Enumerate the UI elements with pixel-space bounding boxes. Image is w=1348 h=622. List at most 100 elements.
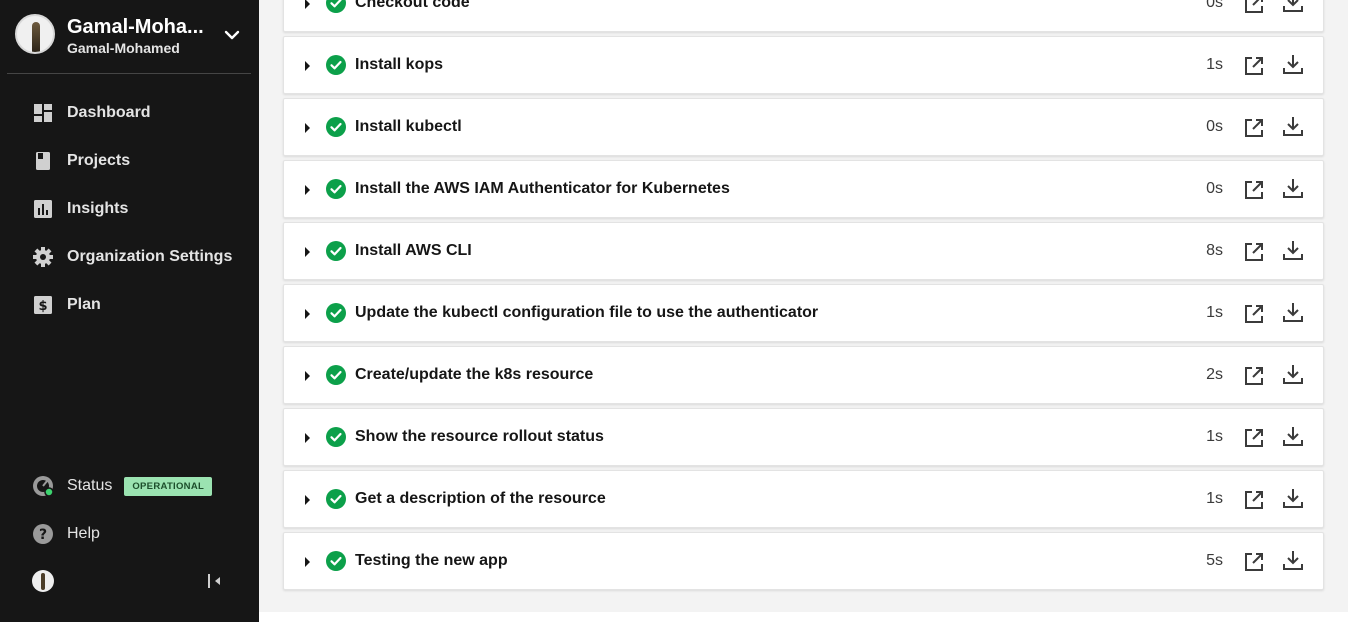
expand-caret-icon[interactable] (305, 247, 310, 257)
collapse-sidebar-icon[interactable] (205, 571, 225, 591)
download-icon[interactable] (1282, 363, 1304, 385)
download-icon[interactable] (1282, 0, 1304, 13)
expand-caret-icon[interactable] (305, 495, 310, 505)
steps-list: Checkout code 0s Install kops 1s Install… (283, 0, 1324, 594)
download-icon[interactable] (1282, 549, 1304, 571)
status-label: Status (67, 477, 113, 494)
status-link[interactable]: Status OPERATIONAL (0, 462, 259, 510)
step-duration: 2s (1206, 366, 1223, 383)
nav-label-organization-settings: Organization Settings (67, 248, 233, 265)
expand-caret-icon[interactable] (305, 123, 310, 133)
bar-chart-icon (32, 198, 54, 220)
sidebar: Gamal-Moha... Gamal-Mohamed Dashboard Pr… (0, 0, 259, 622)
nav-label-projects: Projects (67, 152, 131, 169)
success-check-icon (326, 179, 346, 199)
step-row[interactable]: Create/update the k8s resource 2s (283, 346, 1324, 404)
download-icon[interactable] (1282, 239, 1304, 261)
step-name: Update the kubectl configuration file to… (355, 304, 819, 321)
chevron-down-icon[interactable] (223, 26, 241, 44)
svg-text:?: ? (39, 527, 47, 543)
success-check-icon (326, 0, 346, 13)
expand-caret-icon[interactable] (305, 309, 310, 319)
success-check-icon (326, 427, 346, 447)
nav-item-dashboard[interactable]: Dashboard (0, 89, 259, 137)
sidebar-footer: Status OPERATIONAL ? Help (0, 462, 259, 606)
step-row[interactable]: Update the kubectl configuration file to… (283, 284, 1324, 342)
step-duration: 8s (1206, 242, 1223, 259)
job-steps-panel: Checkout code 0s Install kops 1s Install… (259, 0, 1348, 612)
step-row[interactable]: Show the resource rollout status 1s (283, 408, 1324, 466)
nav-item-projects[interactable]: Projects (0, 137, 259, 185)
step-name: Testing the new app (355, 552, 508, 569)
download-icon[interactable] (1282, 301, 1304, 323)
org-avatar (15, 14, 55, 54)
step-duration: 0s (1206, 118, 1223, 135)
nav-item-organization-settings[interactable]: Organization Settings (0, 233, 259, 281)
step-duration: 1s (1206, 304, 1223, 321)
expand-caret-icon[interactable] (305, 61, 310, 71)
nav-label-plan: Plan (67, 296, 101, 313)
open-in-new-icon[interactable] (1243, 0, 1265, 15)
download-icon[interactable] (1282, 487, 1304, 509)
step-name: Install kubectl (355, 118, 462, 135)
help-icon: ? (32, 523, 54, 545)
success-check-icon (326, 551, 346, 571)
download-icon[interactable] (1282, 425, 1304, 447)
open-in-new-icon[interactable] (1243, 179, 1265, 201)
open-in-new-icon[interactable] (1243, 427, 1265, 449)
success-check-icon (326, 241, 346, 261)
success-check-icon (326, 489, 346, 509)
step-row[interactable]: Install kops 1s (283, 36, 1324, 94)
main-nav: Dashboard Projects Insights Organization… (0, 89, 259, 329)
step-duration: 0s (1206, 0, 1223, 11)
step-row[interactable]: Install kubectl 0s (283, 98, 1324, 156)
success-check-icon (326, 365, 346, 385)
step-duration: 1s (1206, 428, 1223, 445)
step-row[interactable]: Get a description of the resource 1s (283, 470, 1324, 528)
org-switcher[interactable]: Gamal-Moha... Gamal-Mohamed (7, 0, 251, 74)
step-duration: 1s (1206, 56, 1223, 73)
expand-caret-icon[interactable] (305, 371, 310, 381)
page-footer-gap (259, 612, 1348, 622)
step-name: Install the AWS IAM Authenticator for Ku… (355, 180, 730, 197)
download-icon[interactable] (1282, 115, 1304, 137)
status-badge: OPERATIONAL (124, 476, 213, 496)
expand-caret-icon[interactable] (305, 185, 310, 195)
open-in-new-icon[interactable] (1243, 241, 1265, 263)
expand-caret-icon[interactable] (305, 0, 310, 9)
step-name: Get a description of the resource (355, 490, 606, 507)
step-row[interactable]: Install the AWS IAM Authenticator for Ku… (283, 160, 1324, 218)
expand-caret-icon[interactable] (305, 557, 310, 567)
dollar-icon: $ (32, 294, 54, 316)
download-icon[interactable] (1282, 177, 1304, 199)
step-name: Show the resource rollout status (355, 428, 604, 445)
open-in-new-icon[interactable] (1243, 489, 1265, 511)
step-row[interactable]: Install AWS CLI 8s (283, 222, 1324, 280)
open-in-new-icon[interactable] (1243, 365, 1265, 387)
step-row[interactable]: Testing the new app 5s (283, 532, 1324, 590)
user-avatar[interactable] (32, 570, 54, 592)
help-link[interactable]: ? Help (0, 510, 259, 558)
book-icon (32, 150, 54, 172)
download-icon[interactable] (1282, 53, 1304, 75)
open-in-new-icon[interactable] (1243, 551, 1265, 573)
speedometer-icon (32, 475, 54, 497)
step-duration: 1s (1206, 490, 1223, 507)
step-row[interactable]: Checkout code 0s (283, 0, 1324, 32)
nav-label-dashboard: Dashboard (67, 104, 151, 121)
nav-label-insights: Insights (67, 200, 129, 217)
gear-icon (32, 246, 54, 268)
open-in-new-icon[interactable] (1243, 117, 1265, 139)
org-name: Gamal-Moha... (67, 16, 204, 38)
nav-item-insights[interactable]: Insights (0, 185, 259, 233)
nav-item-plan[interactable]: $ Plan (0, 281, 259, 329)
step-name: Create/update the k8s resource (355, 366, 594, 383)
success-check-icon (326, 117, 346, 137)
user-row (0, 558, 259, 606)
open-in-new-icon[interactable] (1243, 55, 1265, 77)
step-duration: 5s (1206, 552, 1223, 569)
success-check-icon (326, 303, 346, 323)
step-name: Install kops (355, 56, 444, 73)
expand-caret-icon[interactable] (305, 433, 310, 443)
open-in-new-icon[interactable] (1243, 303, 1265, 325)
